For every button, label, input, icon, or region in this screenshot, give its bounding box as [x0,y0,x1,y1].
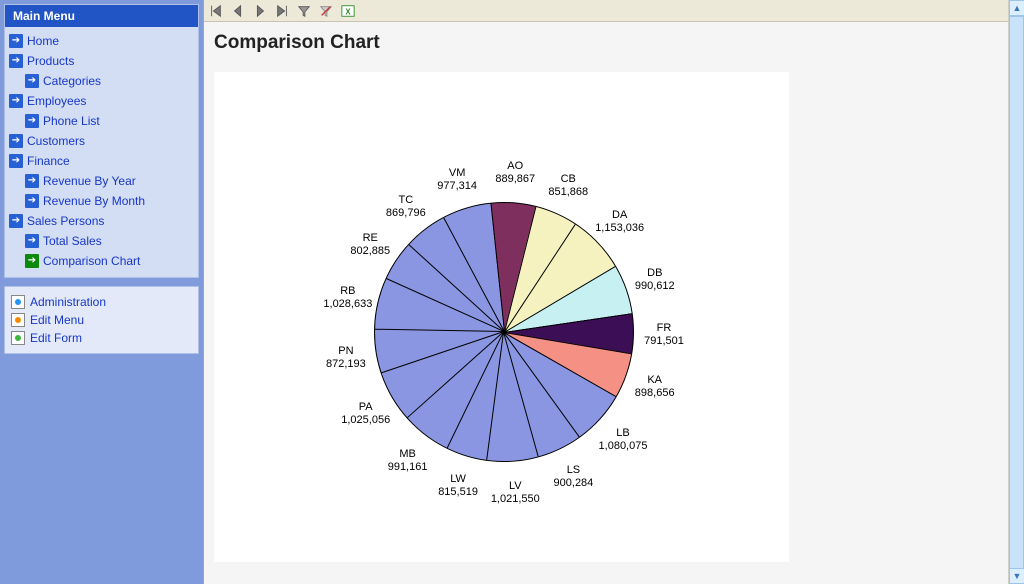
arrow-icon: ➔ [25,74,39,88]
pie-label-CB: CB851,868 [538,173,598,199]
arrow-icon: ➔ [9,214,23,228]
vertical-scrollbar[interactable]: ▲ ▼ [1008,0,1024,584]
sidebar-item-label: Sales Persons [27,213,104,229]
clear-filter-icon[interactable] [318,3,334,19]
sidebar-item-revenue-by-month[interactable]: ➔ Revenue By Month [7,191,196,211]
admin-item-label: Edit Form [30,331,82,345]
sidebar-item-comparison-chart[interactable]: ➔ Comparison Chart [7,251,196,271]
main-menu-list: ➔ Home ➔ Products ➔ Categories ➔ Employees ➔ Phon… [5,27,198,277]
arrow-icon: ➔ [25,194,39,208]
pie-label-LV: LV1,021,550 [485,480,545,506]
pie-label-FR: FR791,501 [634,322,694,348]
main-menu-panel: Main Menu ➔ Home ➔ Products ➔ Categories ➔ Empl… [4,4,199,278]
admin-item-edit-form[interactable]: Edit Form [11,329,192,347]
sidebar-item-employees[interactable]: ➔ Employees [7,91,196,111]
pie-label-RE: RE802,885 [340,232,400,258]
sidebar-item-phone-list[interactable]: ➔ Phone List [7,111,196,131]
admin-item-edit-menu[interactable]: Edit Menu [11,311,192,329]
pie-label-KA: KA898,656 [625,374,685,400]
arrow-icon: ➔ [25,174,39,188]
sidebar-item-label: Finance [27,153,70,169]
admin-item-label: Administration [30,295,106,309]
sidebar-item-home[interactable]: ➔ Home [7,31,196,51]
first-icon[interactable] [208,3,224,19]
sidebar-item-total-sales[interactable]: ➔ Total Sales [7,231,196,251]
sidebar-item-label: Home [27,33,59,49]
main-content: X Comparison Chart AO889,867CB851,868 DA1… [203,0,1024,584]
admin-icon [11,331,25,345]
pie-label-MB: MB991,161 [378,448,438,474]
admin-item-administration[interactable]: Administration [11,293,192,311]
pie-label-LB: LB1,080,075 [593,427,653,453]
admin-panel: Administration Edit Menu Edit Form [4,286,199,354]
toolbar: X [204,0,1024,22]
sidebar-item-label: Comparison Chart [43,253,140,269]
arrow-icon: ➔ [9,154,23,168]
last-icon[interactable] [274,3,290,19]
pie-label-LW: LW815,519 [428,473,488,499]
pie-label-VM: VM977,314 [427,167,487,193]
pie-label-LS: LS900,284 [543,464,603,490]
sidebar-item-sales-persons[interactable]: ➔ Sales Persons [7,211,196,231]
arrow-icon: ➔ [25,254,39,268]
page-title: Comparison Chart [214,32,1014,54]
sidebar-item-categories[interactable]: ➔ Categories [7,71,196,91]
svg-text:X: X [345,7,351,16]
sidebar-item-label: Revenue By Year [43,173,136,189]
arrow-icon: ➔ [9,54,23,68]
sidebar-item-label: Products [27,53,74,69]
sidebar: Main Menu ➔ Home ➔ Products ➔ Categories ➔ Empl… [0,0,203,584]
sidebar-item-label: Employees [27,93,86,109]
sidebar-item-revenue-by-year[interactable]: ➔ Revenue By Year [7,171,196,191]
pie-label-PA: PA1,025,056 [336,401,396,427]
sidebar-item-label: Revenue By Month [43,193,145,209]
scroll-thumb[interactable] [1009,16,1024,576]
admin-icon [11,313,25,327]
pie-label-AO: AO889,867 [485,160,545,186]
page-title-area: Comparison Chart [204,22,1024,60]
filter-icon[interactable] [296,3,312,19]
sidebar-item-label: Categories [43,73,101,89]
sidebar-item-products[interactable]: ➔ Products [7,51,196,71]
pie-label-PN: PN872,193 [316,345,376,371]
admin-icon [11,295,25,309]
sidebar-item-finance[interactable]: ➔ Finance [7,151,196,171]
sidebar-item-label: Total Sales [43,233,102,249]
sidebar-item-label: Phone List [43,113,100,129]
excel-icon[interactable]: X [340,3,356,19]
main-menu-header: Main Menu [5,5,198,27]
pie-label-TC: TC869,796 [376,194,436,220]
prev-icon[interactable] [230,3,246,19]
pie-label-RB: RB1,028,633 [318,285,378,311]
admin-item-label: Edit Menu [30,313,84,327]
arrow-icon: ➔ [9,134,23,148]
arrow-icon: ➔ [9,34,23,48]
pie-label-DA: DA1,153,036 [590,209,650,235]
scroll-down-icon[interactable]: ▼ [1009,568,1024,584]
sidebar-item-label: Customers [27,133,85,149]
arrow-icon: ➔ [25,114,39,128]
arrow-icon: ➔ [9,94,23,108]
scroll-up-icon[interactable]: ▲ [1009,0,1024,16]
sidebar-item-customers[interactable]: ➔ Customers [7,131,196,151]
next-icon[interactable] [252,3,268,19]
chart-container: AO889,867CB851,868 DA1,153,036 DB990,612 FR… [214,72,789,562]
pie-chart [374,202,634,462]
arrow-icon: ➔ [25,234,39,248]
pie-label-DB: DB990,612 [625,267,685,293]
